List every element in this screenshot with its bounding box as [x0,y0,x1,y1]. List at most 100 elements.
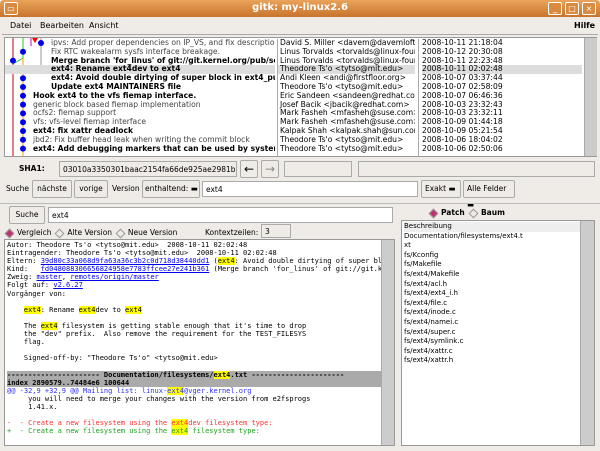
file-list-item[interactable]: fs/ext4/symlink.c [404,337,592,347]
menu-hilfe[interactable]: Hilfe [574,21,595,30]
file-list-item[interactable]: fs/ext4/file.c [404,299,592,309]
radio-neue-version[interactable]: Neue Version [115,228,177,238]
alte-version-label: Alte Version [67,228,113,237]
commit-subject[interactable]: ext4: Avoid double dirtying of super blo… [5,74,275,83]
diff-scrollbar[interactable] [381,240,394,445]
commit-author[interactable]: Theodore Ts'o <tytso@mit.edu> [278,145,415,154]
next-button[interactable]: nächste [32,180,72,198]
parent-link[interactable]: 39d80c33a068d9fa63a36c3b2c0d718d38440dd1 [41,257,210,265]
file-list-item[interactable]: Beschreibung [404,222,592,232]
precedes-label: Vorgänger von: [7,289,67,298]
commit-author[interactable]: Linus Torvalds <torvalds@linux-founda [278,57,415,66]
commit-date[interactable]: 2008-10-11 02:02:48 [422,65,582,75]
commit-subject[interactable]: ipvs: Add proper dependencies on IP_VS, … [5,39,275,48]
commit-author[interactable]: Mark Fasheh <mfasheh@suse.com> [278,109,415,118]
file-list-item[interactable]: fs/ext4/inode.c [404,308,592,318]
radio-patch[interactable]: Patch [428,208,465,218]
radio-alte-version[interactable]: Alte Version [54,228,113,238]
file-list-item[interactable]: fs/Kconfig [404,251,592,261]
commit-subject[interactable]: ext4: Rename ext4dev to ext4 [5,65,275,75]
commit-author[interactable]: Theodore Ts'o <tytso@mit.edu> [278,65,415,75]
diff-search-button[interactable]: Suche [9,206,45,224]
commit-date[interactable]: 2008-10-09 01:44:18 [422,118,582,127]
branch-link[interactable]: master [37,273,62,281]
kw: ext4 [213,370,231,379]
commit-subject[interactable]: jbd2: Fix buffer head leak when writing … [5,136,275,145]
status-field [358,161,595,177]
commit-author[interactable]: Josef Bacik <jbacik@redhat.com> [278,101,415,110]
fields-dropdown[interactable]: Alle Felder ▬ [463,180,515,209]
file-list-item[interactable]: fs/Makefile [404,260,592,270]
file-list-item[interactable]: fs/ext4/super.c [404,328,592,338]
commit-subject[interactable]: Hook ext4 to the vfs fiemap interface. [5,92,275,101]
search-label: Suche [6,184,30,193]
commit-subject[interactable]: Fix RTC wakealarm sysfs interface breaka… [5,48,275,57]
commit-list-scrollbar[interactable] [584,38,597,156]
diff-search-input[interactable]: ext4 [48,207,393,223]
commit-date[interactable]: 2008-10-06 18:04:02 [422,136,582,145]
forward-button[interactable]: → [261,160,279,178]
context-lines-spinner[interactable]: 3 [261,224,291,238]
file-list: Beschreibung Documentation/filesystems/ex… [402,221,594,367]
file-list-item[interactable]: Documentation/filesystems/ext4.t [404,232,592,242]
file-list-scrollbar[interactable] [580,221,594,445]
removed: dev filesystem type: [188,419,273,428]
commit-author[interactable]: Mark Fasheh <mfasheh@suse.com> [278,118,415,127]
file-list-item[interactable]: fs/ext4/xattr.h [404,356,592,366]
radio-baum[interactable]: Baum [468,208,505,218]
file-list-item[interactable]: xt [404,241,592,251]
commit-author[interactable]: Linus Torvalds <torvalds@linux-founda [278,48,415,57]
commit-subject[interactable]: Merge branch 'for_linus' of git://git.ke… [5,57,275,66]
file-list-item[interactable]: fs/ext4/ext4_i.h [404,289,592,299]
commit-date[interactable]: 2008-10-03 23:32:11 [422,109,582,118]
commit-subject[interactable]: ocfs2: fiemap support [5,109,275,118]
follows-link[interactable]: v2.6.27 [53,281,83,289]
branch-link[interactable]: remotes/origin/master [70,273,159,281]
file-list-item[interactable]: fs/ext4/Makefile [404,270,592,280]
file-list-item[interactable]: fs/ext4/acl.h [404,280,592,290]
commit-subject[interactable]: generic block based fiemap implementatio… [5,101,275,110]
commit-author[interactable]: Theodore Ts'o <tytso@mit.edu> [278,83,415,92]
commit-author[interactable]: Andi Kleen <andi@firstfloor.org> [278,74,415,83]
commit-date[interactable]: 2008-10-12 20:30:08 [422,48,582,57]
commit-subject[interactable]: ext4: Add debugging markers that can be … [5,145,275,154]
close-button[interactable]: × [582,2,596,15]
pane-divider[interactable] [0,203,600,204]
commit-author[interactable]: David S. Miller <davem@davemloft.net> [278,39,415,48]
commit-date[interactable]: 2008-10-07 03:37:44 [422,74,582,83]
commit-date[interactable]: 2008-10-11 22:23:48 [422,57,582,66]
menu-datei[interactable]: Datei [10,21,31,30]
file-list-item[interactable]: fs/ext4/namei.c [404,318,592,328]
search-input[interactable]: ext4 [202,181,418,197]
commit-date[interactable]: 2008-10-06 02:50:06 [422,145,582,154]
file-list-item[interactable]: fs/ext4/xattr.c [404,347,592,357]
commit-subject[interactable]: Update ext4 MAINTAINERS file [5,83,275,92]
back-button[interactable]: ← [240,160,258,178]
radio-vergleich[interactable]: Vergleich [4,228,52,238]
goto-field[interactable] [284,161,352,177]
commit-subject[interactable]: vfs: vfs-level fiemap interface [5,118,275,127]
menu-bearbeiten[interactable]: Bearbeiten [40,21,84,30]
hunk: @vger.kernel.org [184,386,252,395]
maximize-button[interactable]: □ [565,2,579,15]
exact-dropdown[interactable]: Exakt ▬ [421,180,461,198]
sha1-field[interactable]: 03010a3350301baac2154fa66de925ae2981b7e3 [59,161,237,177]
menu-ansicht[interactable]: Ansicht [89,21,119,30]
commit-author[interactable]: Theodore Ts'o <tytso@mit.edu> [278,136,415,145]
commit-date[interactable]: 2008-10-09 05:21:54 [422,127,582,136]
child-link[interactable]: fd048088306656824958e7783ffcee27e241b361 [41,265,210,273]
commit-date[interactable]: 2008-10-11 21:18:04 [422,39,582,48]
window-menu-icon[interactable]: ▭ [4,2,18,15]
file-hdr: .txt ---------------------- [230,370,345,379]
commit-author[interactable]: Kalpak Shah <kalpak.shah@sun.com> [278,127,415,136]
commit-date[interactable]: 2008-10-03 23:32:43 [422,101,582,110]
commit-subject[interactable]: ext4: fix xattr deadlock [5,127,275,136]
minimize-button[interactable]: _ [548,2,562,15]
commit-date[interactable]: 2008-10-07 02:58:09 [422,83,582,92]
commit-date[interactable]: 2008-10-07 06:46:36 [422,92,582,101]
file-header: ---------------------- Documentation/fil… [7,370,392,379]
prev-button[interactable]: vorige [74,180,108,198]
hunk: @@ -32,9 +32,9 @@ Mailing list: linux- [7,386,168,395]
commit-author[interactable]: Eric Sandeen <sandeen@redhat.com> [278,92,415,101]
search-mode-dropdown[interactable]: enthaltend: ▬ [142,180,200,198]
